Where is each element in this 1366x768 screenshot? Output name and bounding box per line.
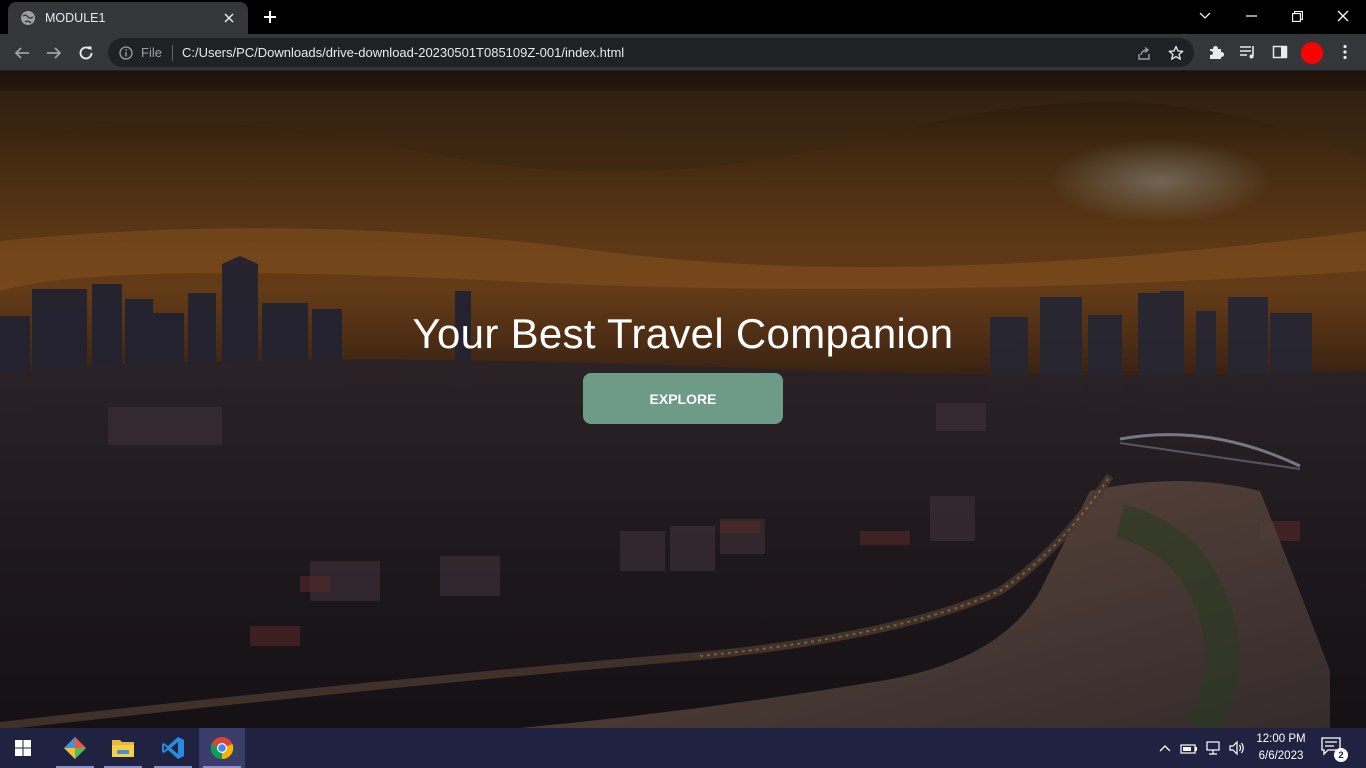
taskbar-clock[interactable]: 12:00 PM 6/6/2023 [1252, 731, 1310, 765]
taskbar-chrome-app[interactable] [199, 728, 245, 768]
browser-tab[interactable]: MODULE1 [8, 2, 248, 34]
clock-date: 6/6/2023 [1258, 750, 1304, 762]
chrome-icon [210, 737, 234, 760]
minimize-button[interactable] [1228, 0, 1274, 32]
extensions-puzzle-icon[interactable] [1206, 42, 1226, 62]
scheme-label: File [141, 45, 162, 60]
omnibox-divider [171, 44, 173, 61]
file-explorer-icon [112, 740, 134, 757]
back-button[interactable] [9, 40, 35, 66]
browser-toolbar: File C:/Users/PC/Downloads/drive-downloa… [0, 34, 1366, 71]
start-button[interactable] [0, 728, 46, 768]
window-close-button[interactable] [1320, 0, 1366, 32]
share-icon[interactable] [1135, 44, 1153, 62]
bookmark-star-icon[interactable] [1167, 44, 1185, 62]
network-icon[interactable] [1203, 738, 1223, 758]
restore-button[interactable] [1274, 0, 1320, 32]
tab-search-chevron-icon[interactable] [1182, 0, 1228, 32]
taskbar-git-app[interactable] [52, 728, 98, 768]
windows-taskbar: 12:00 PM 6/6/2023 2 [0, 728, 1366, 768]
info-icon[interactable] [119, 45, 133, 60]
hero-title: Your Best Travel Companion [412, 310, 954, 357]
notification-count-badge: 2 [1334, 748, 1348, 762]
taskbar-file-explorer-app[interactable] [100, 728, 146, 768]
close-tab-icon[interactable] [220, 9, 238, 27]
volume-icon[interactable] [1227, 738, 1247, 758]
battery-icon[interactable] [1179, 738, 1199, 758]
reload-icon [79, 46, 93, 60]
url-text[interactable]: C:/Users/PC/Downloads/drive-download-202… [182, 45, 624, 60]
clock-time: 12:00 PM [1256, 733, 1306, 745]
reload-button[interactable] [73, 40, 99, 66]
page-hero: Your Best Travel Companion EXPLORE [0, 71, 1366, 728]
windows-logo-icon [15, 740, 31, 756]
kebab-menu-icon[interactable] [1335, 42, 1355, 62]
show-hidden-icons-chevron-icon[interactable] [1155, 738, 1175, 758]
arrow-right-icon [47, 47, 62, 59]
profile-avatar[interactable] [1301, 42, 1323, 64]
browser-tab-strip: MODULE1 [0, 0, 1366, 34]
arrow-left-icon [14, 47, 29, 59]
forward-button[interactable] [41, 40, 67, 66]
taskbar-vscode-app[interactable] [150, 728, 196, 768]
new-tab-button[interactable] [258, 6, 282, 28]
notification-center-button[interactable]: 2 [1320, 736, 1348, 762]
vscode-icon [162, 737, 184, 759]
reading-list-icon[interactable] [1238, 42, 1258, 62]
globe-icon [21, 11, 35, 25]
address-bar[interactable]: File C:/Users/PC/Downloads/drive-downloa… [108, 38, 1194, 67]
tab-title: MODULE1 [45, 11, 106, 25]
side-panel-icon[interactable] [1270, 42, 1290, 62]
explore-button[interactable]: EXPLORE [583, 373, 783, 424]
git-icon [64, 737, 86, 759]
